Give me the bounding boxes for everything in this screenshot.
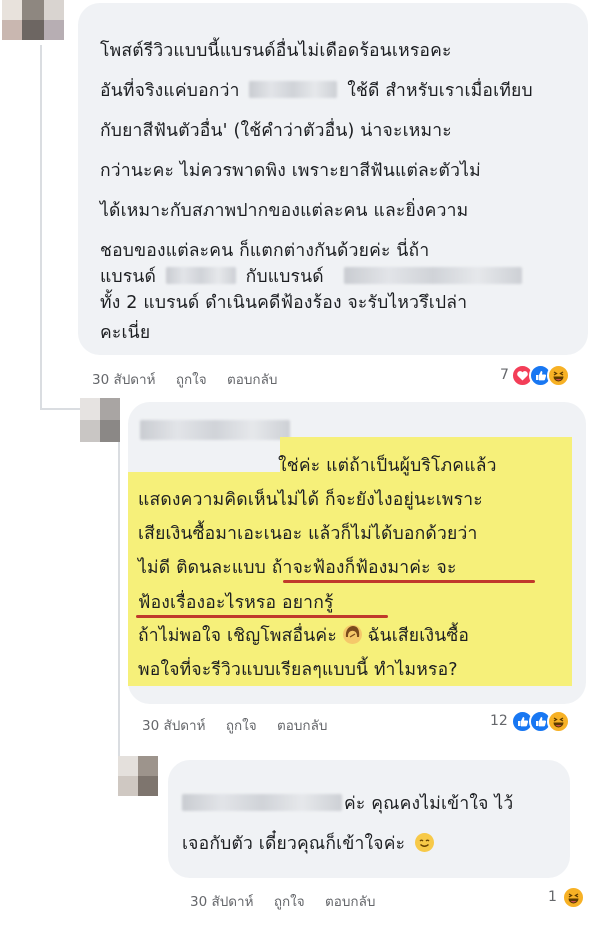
comment-bubble: ค่ะ คุณคงไม่เข้าใจ ไว้ เจอกับตัว เดี๋ยวค… [168,760,570,878]
underlined-text: ฟ้องเรื่องอะไรหรอ อยากรู้ [138,593,334,613]
comment-text-line: แสดงความคิดเห็นไม่ได้ ก็จะยังไงอยู่นะเพร… [138,490,483,510]
avatar[interactable] [2,0,64,40]
comment-text-line: โพสต์รีวิวแบบนี้แบรนด์อื่นไม่เดือดร้อนเห… [100,41,452,61]
comment-text-line: ได้เหมาะกับสภาพปากของแต่ละคน และยิ่งความ [100,201,469,221]
comment-text-line: ค่ะ คุณคงไม่เข้าใจ ไว้ [344,794,514,814]
reply-link[interactable]: ตอบกลับ [277,718,327,734]
comment-meta: 30 สัปดาห์ ถูกใจ ตอบกลับ [190,890,375,912]
underlined-text: ถ้าจะฟ้องก็ฟ้องมาค่ะ จะ [271,558,457,578]
comment-text-line: แบรนด์ [100,267,157,287]
comment-timestamp[interactable]: 30 สัปดาห์ [190,894,254,910]
comment-text-line: ใช้ดี สำหรับเราเมื่อเทียบ [347,81,533,101]
haha-reaction-icon [547,364,570,387]
comment-text-line: ชอบของแต่ละคน ก็แตกต่างกันด้วยค่ะ นี่ถ้า [100,241,430,261]
comment-text-line: ใช่ค่ะ แต่ถ้าเป็นผู้บริโภคแล้ว [278,456,497,476]
thread-line-nested [118,442,120,772]
like-link[interactable]: ถูกใจ [226,718,257,734]
redacted-name [249,81,338,98]
comment-text-line: กับยาสีฟันตัวอื่น' (ใช้คำว่าตัวอื่น) น่า… [100,121,452,141]
haha-reaction-icon [547,710,570,733]
reply-link[interactable]: ตอบกลับ [325,894,375,910]
comment-timestamp[interactable]: 30 สัปดาห์ [92,372,156,388]
red-underline [136,615,388,618]
comment-text-line: พอใจที่จะรีวิวแบบเรียลๆแบบนี้ ทำไมหรอ? [138,660,458,680]
comment-text-line: กว่านะคะ ไม่ควรพาดพิง เพราะยาสีฟันแต่ละต… [100,161,481,181]
comment-meta: 30 สัปดาห์ ถูกใจ ตอบกลับ [142,714,327,736]
comment-text-line: กับแบรนด์ [245,267,324,287]
like-link[interactable]: ถูกใจ [176,372,207,388]
woman-emoji-icon [342,625,362,644]
redacted-brand [343,267,522,284]
reply-link[interactable]: ตอบกลับ [227,372,277,388]
thread-branch [40,408,80,410]
red-underline [283,580,535,583]
like-link[interactable]: ถูกใจ [274,894,305,910]
reaction-count[interactable]: 7 [500,367,509,383]
redacted-author-name[interactable] [140,420,290,440]
comment-text-line: ถ้าไม่พอใจ เชิญโพสอื่นค่ะ [138,626,337,646]
redacted-name [182,794,342,811]
thread-line [40,45,42,410]
haha-reaction-icon [562,886,585,909]
comment-text-line: เสียเงินซื้อมาเอะเนอะ แล้วก็ไม่ได้บอกด้ว… [138,524,478,544]
avatar[interactable] [118,756,158,796]
redacted-brand [165,267,236,284]
comment-text-line: อันที่จริงแค่บอกว่า [100,81,240,101]
comment-text-line: ไม่ดี ติดนละแบบ [138,558,272,578]
comment-text-line: เจอกับตัว เดี๋ยวคุณก็เข้าใจค่ะ [182,834,406,854]
comment-text-line: คะเนี่ย [100,323,151,343]
reaction-count[interactable]: 12 [490,713,508,729]
comment-timestamp[interactable]: 30 สัปดาห์ [142,718,206,734]
reaction-count[interactable]: 1 [548,889,557,905]
comment-meta: 30 สัปดาห์ ถูกใจ ตอบกลับ [92,368,277,390]
comment-bubble: โพสต์รีวิวแบบนี้แบรนด์อื่นไม่เดือดร้อนเห… [78,3,588,355]
avatar[interactable] [80,398,120,442]
smile-emoji-icon [415,833,435,852]
comment-text-line: ฉันเสียเงินซื้อ [361,626,470,646]
comment-bubble: ใช่ค่ะ แต่ถ้าเป็นผู้บริโภคแล้ว แสดงความค… [128,402,586,704]
comment-text-line: ทั้ง 2 แบรนด์ ดำเนินคดีฟ้องร้อง จะรับไหว… [100,293,468,313]
